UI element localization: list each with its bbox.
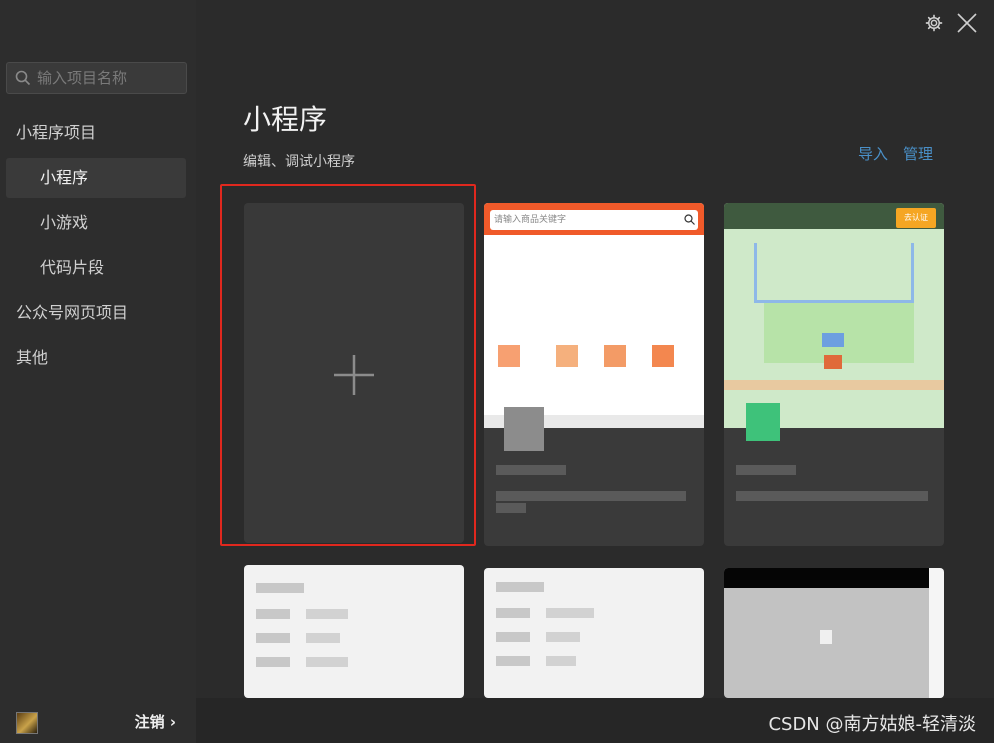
sidebar: 小程序项目 小程序 小游戏 代码片段 公众号网页项目 其他 注销 › bbox=[0, 0, 196, 743]
project-thumbnail: 请输入商品关键字 bbox=[484, 203, 704, 428]
manage-link[interactable]: 管理 bbox=[903, 143, 933, 164]
logout-button[interactable]: 注销 › bbox=[135, 711, 176, 732]
project-card[interactable] bbox=[484, 568, 704, 698]
avatar[interactable] bbox=[16, 712, 38, 734]
search-box[interactable] bbox=[6, 62, 187, 94]
close-icon[interactable] bbox=[956, 12, 978, 34]
nav-minigame[interactable]: 小游戏 bbox=[6, 203, 186, 243]
watermark-text: CSDN @南方姑娘-轻清淡 bbox=[768, 714, 976, 735]
chevron-right-icon: › bbox=[169, 713, 176, 731]
project-thumbnail: 去认证 bbox=[724, 203, 944, 441]
plus-icon bbox=[334, 355, 374, 395]
search-icon bbox=[15, 70, 31, 86]
project-card[interactable] bbox=[724, 568, 944, 698]
nav-miniprogram-projects[interactable]: 小程序项目 bbox=[6, 113, 186, 153]
nav-code-snippets[interactable]: 代码片段 bbox=[6, 248, 186, 288]
gear-icon[interactable] bbox=[925, 14, 943, 32]
nav-web-projects[interactable]: 公众号网页项目 bbox=[6, 293, 186, 333]
page-subtitle: 编辑、调试小程序 bbox=[243, 154, 355, 170]
nav-miniprogram[interactable]: 小程序 bbox=[6, 158, 186, 198]
search-icon bbox=[684, 214, 695, 225]
project-card[interactable] bbox=[244, 565, 464, 698]
thumbnail-search-hint: 请输入商品关键字 bbox=[490, 210, 698, 230]
nav-other[interactable]: 其他 bbox=[6, 338, 186, 378]
logout-label: 注销 bbox=[134, 713, 165, 731]
project-card[interactable]: 去认证 bbox=[724, 203, 944, 546]
main-panel: 小程序 编辑、调试小程序 导入 管理 请输入商品关键字 去认证 CSDN @南方… bbox=[196, 0, 994, 743]
status-bar: CSDN @南方姑娘-轻清淡 bbox=[196, 698, 994, 743]
search-input[interactable] bbox=[37, 69, 177, 87]
new-project-card[interactable] bbox=[244, 203, 464, 543]
page-title: 小程序 bbox=[243, 103, 328, 136]
import-link[interactable]: 导入 bbox=[858, 143, 888, 164]
project-card[interactable]: 请输入商品关键字 bbox=[484, 203, 704, 546]
sidebar-footer: 注销 › bbox=[0, 699, 196, 743]
verify-badge: 去认证 bbox=[896, 208, 936, 228]
